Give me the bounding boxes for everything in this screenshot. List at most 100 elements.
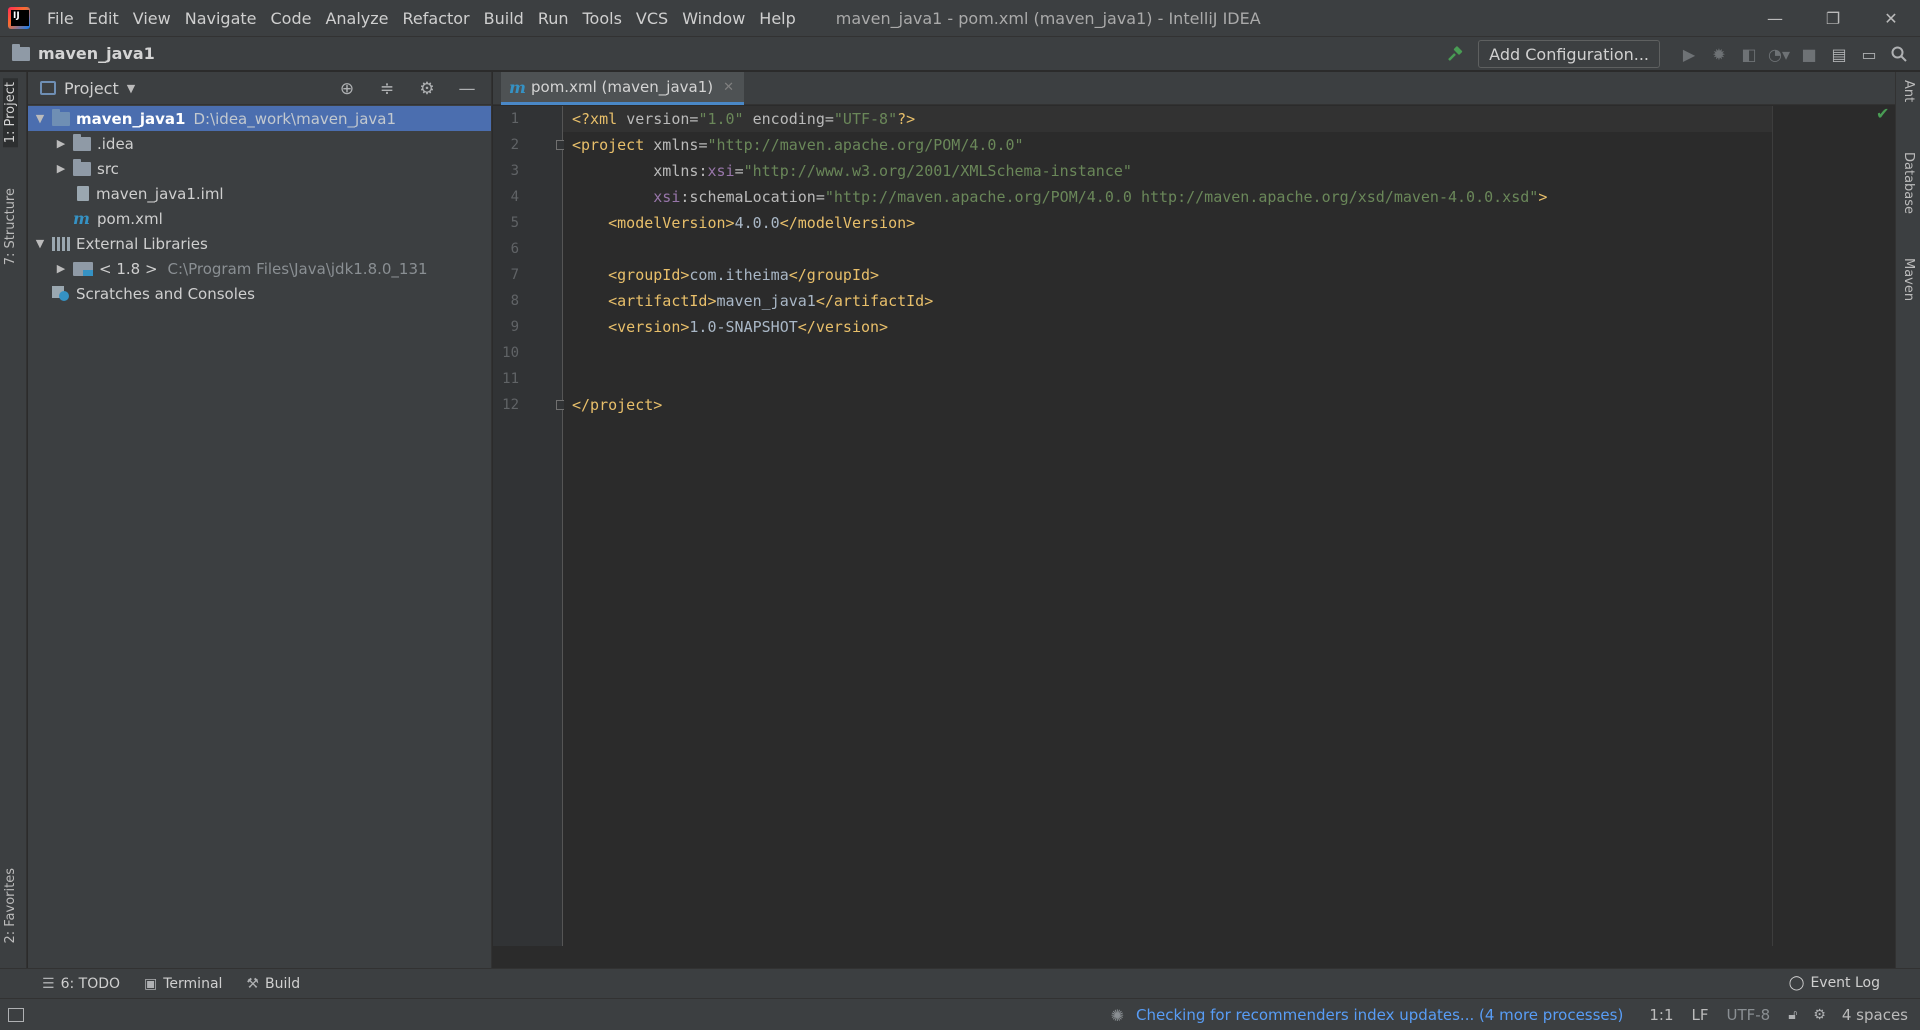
tab-maven-tool[interactable]: Maven: [1901, 258, 1916, 301]
menu-view[interactable]: View: [126, 9, 178, 28]
menu-help[interactable]: Help: [752, 9, 802, 28]
code-line-1: <?xml version="1.0" encoding="UTF-8"?>: [563, 106, 1773, 132]
lock-icon[interactable]: 🔓︎: [1788, 1007, 1797, 1023]
chevron-down-icon[interactable]: ▼: [127, 82, 135, 95]
close-icon[interactable]: ✕: [723, 80, 734, 95]
breadcrumb-project[interactable]: maven_java1: [38, 44, 155, 63]
tab-structure-tool[interactable]: 7: Structure: [3, 188, 18, 265]
editor-gutter: 1 2 3 4 5 6 7 8 9 10 11 12: [493, 106, 565, 946]
tab-favorites-tool[interactable]: 2: Favorites: [3, 868, 18, 944]
tab-project-tool[interactable]: 1: Project: [3, 78, 18, 148]
indent-settings[interactable]: 4 spaces: [1842, 1006, 1908, 1024]
run-icon[interactable]: ▶: [1674, 40, 1704, 68]
restore-button[interactable]: ❐: [1804, 0, 1862, 36]
folder-icon: [73, 133, 91, 151]
tab-todo-tool[interactable]: ☰ 6: TODO: [42, 976, 120, 992]
menu-navigate[interactable]: Navigate: [178, 9, 264, 28]
collapse-arrow-icon[interactable]: ▶: [53, 262, 69, 275]
menu-build[interactable]: Build: [477, 9, 531, 28]
tree-item-src[interactable]: ▶ src: [28, 156, 491, 181]
event-log-button[interactable]: ◯ Event Log: [1789, 975, 1880, 991]
tab-database-tool[interactable]: Database: [1901, 152, 1916, 214]
editor-tab-bar: m pom.xml (maven_java1) ✕: [493, 72, 1895, 105]
coverage-icon[interactable]: ◧: [1734, 40, 1764, 68]
library-icon: [52, 236, 70, 251]
intellij-logo-icon: [8, 7, 30, 29]
search-everywhere-icon[interactable]: [1884, 40, 1914, 68]
tab-pom-xml[interactable]: m pom.xml (maven_java1) ✕: [501, 72, 745, 105]
code-editor[interactable]: <?xml version="1.0" encoding="UTF-8"?> <…: [563, 106, 1894, 946]
code-line-8: <artifactId>maven_java1</artifactId>: [572, 288, 933, 314]
hide-panel-icon[interactable]: —: [447, 76, 487, 102]
line-separator[interactable]: LF: [1691, 1006, 1708, 1024]
build-hammer-icon[interactable]: [1440, 40, 1470, 68]
line-number: 8: [510, 293, 519, 309]
ide-window: File Edit View Navigate Code Analyze Ref…: [0, 0, 1920, 1030]
toggle-tool-windows-icon[interactable]: [8, 1007, 24, 1022]
locate-file-icon[interactable]: ⊕: [327, 76, 367, 102]
file-encoding[interactable]: UTF-8: [1726, 1006, 1770, 1024]
menu-code[interactable]: Code: [264, 9, 319, 28]
caret-position[interactable]: 1:1: [1649, 1006, 1673, 1024]
stop-icon[interactable]: ■: [1794, 40, 1824, 68]
navigation-bar: maven_java1 Add Configuration... ▶ ✹ ◧ ◔…: [0, 36, 1920, 71]
attr-value: "1.0": [698, 110, 744, 128]
project-structure-icon[interactable]: ▤: [1824, 40, 1854, 68]
menu-analyze[interactable]: Analyze: [318, 9, 395, 28]
tree-item-iml[interactable]: maven_java1.iml: [28, 181, 491, 206]
todo-list-icon: ☰: [42, 975, 55, 992]
debug-icon[interactable]: ✹: [1704, 40, 1734, 68]
right-tool-strip: Ant Database Maven: [1895, 72, 1920, 968]
tree-item-idea[interactable]: ▶ .idea: [28, 131, 491, 156]
tab-ant-tool[interactable]: Ant: [1901, 80, 1916, 102]
tag-close: </modelVersion>: [779, 214, 916, 232]
jdk-icon: [73, 261, 93, 276]
profile-icon[interactable]: ◔▾: [1764, 40, 1794, 68]
tree-item-jdk[interactable]: ▶ < 1.8 > C:\Program Files\Java\jdk1.8.0…: [28, 256, 491, 281]
status-widgets: ✺ Checking for recommenders index update…: [1111, 999, 1908, 1030]
maven-file-icon: m: [509, 77, 526, 97]
collapse-all-icon[interactable]: ≑: [367, 76, 407, 102]
gear-icon[interactable]: ⚙: [407, 76, 447, 102]
expand-arrow-icon[interactable]: ▼: [32, 237, 48, 250]
code-line-12: </project>: [572, 392, 662, 418]
tree-item-external-libraries[interactable]: ▼ External Libraries: [28, 231, 491, 256]
tree-item-scratches[interactable]: Scratches and Consoles: [28, 281, 491, 306]
collapse-arrow-icon[interactable]: ▶: [53, 162, 69, 175]
attr-name: schemaLocation: [689, 188, 816, 206]
minimize-button[interactable]: —: [1746, 0, 1804, 36]
inspection-ok-check-icon[interactable]: ✔: [1876, 104, 1889, 123]
tag-open: <artifactId>: [608, 292, 717, 310]
inspector-icon[interactable]: ⚙: [1813, 1007, 1826, 1023]
tree-item-pom[interactable]: m pom.xml: [28, 206, 491, 231]
project-view-selector[interactable]: Project: [64, 79, 119, 98]
attr-value: "UTF-8": [833, 110, 898, 128]
tab-build-tool[interactable]: ⚒ Build: [246, 976, 300, 992]
bottom-tool-bar: ☰ 6: TODO ▣ Terminal ⚒ Build ◯ Event Log: [0, 968, 1920, 998]
tab-terminal-tool[interactable]: ▣ Terminal: [144, 976, 222, 992]
menu-tools[interactable]: Tools: [576, 9, 629, 28]
menu-window[interactable]: Window: [675, 9, 752, 28]
terminal-icon: ▣: [144, 975, 158, 992]
expand-arrow-icon[interactable]: ▼: [32, 112, 48, 125]
tree-item-label: maven_java1.iml: [96, 184, 224, 203]
menu-run[interactable]: Run: [531, 9, 576, 28]
menu-refactor[interactable]: Refactor: [396, 9, 477, 28]
attr-value: "http://maven.apache.org/POM/4.0.0": [707, 136, 1024, 154]
menu-file[interactable]: File: [40, 9, 81, 28]
background-task-status[interactable]: Checking for recommenders index updates.…: [1136, 1006, 1623, 1024]
menu-edit[interactable]: Edit: [81, 9, 126, 28]
tree-item-label: maven_java1: [76, 109, 186, 128]
close-window-button[interactable]: ✕: [1862, 0, 1920, 36]
line-number: 1: [510, 111, 519, 127]
scratches-icon: [52, 285, 70, 302]
add-configuration-button[interactable]: Add Configuration...: [1478, 40, 1660, 68]
presentation-mode-icon[interactable]: ▭: [1854, 40, 1884, 68]
project-tree: ▼ maven_java1 D:\idea_work\maven_java1 ▶…: [28, 105, 491, 306]
menu-vcs[interactable]: VCS: [629, 9, 675, 28]
tree-item-root[interactable]: ▼ maven_java1 D:\idea_work\maven_java1: [28, 106, 491, 131]
collapse-arrow-icon[interactable]: ▶: [53, 137, 69, 150]
attr-equals: =: [815, 188, 825, 206]
